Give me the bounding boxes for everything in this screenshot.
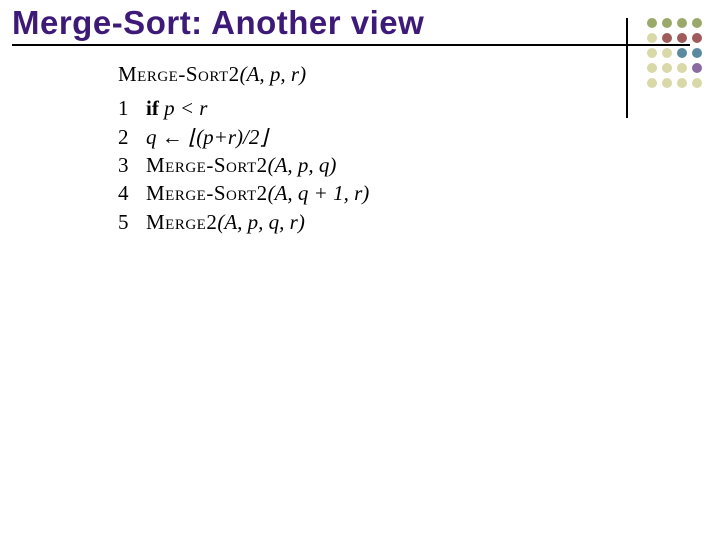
line-number: 1 [118,94,146,122]
decorative-dot [692,48,702,58]
decorative-dot [647,63,657,73]
vertical-separator [626,18,628,118]
decorative-dot [662,18,672,28]
dot-row [647,78,702,88]
corner-dot-grid [647,18,702,93]
decorative-dot [677,63,687,73]
decorative-dot [677,18,687,28]
decorative-dot [647,78,657,88]
decorative-dot [647,48,657,58]
decorative-dot [662,48,672,58]
line-number: 3 [118,151,146,179]
dot-row [647,63,702,73]
decorative-dot [647,18,657,28]
algorithm-block: Merge-Sort2(A, p, r) 1if p < r2q ← ⌊(p+r… [118,60,369,236]
decorative-dot [692,33,702,43]
line-content: Merge-Sort2(A, p, q) [146,151,369,179]
title-bar: Merge-Sort: Another view [12,4,690,46]
decorative-dot [692,78,702,88]
line-number: 4 [118,179,146,207]
algorithm-name: Merge-Sort2 [118,62,240,86]
algorithm-line: 1if p < r [118,94,369,122]
decorative-dot [692,63,702,73]
slide-title: Merge-Sort: Another view [12,4,424,41]
line-content: if p < r [146,94,369,122]
algorithm-line: 3Merge-Sort2(A, p, q) [118,151,369,179]
line-content: q ← ⌊(p+r)/2⌋ [146,123,369,151]
algorithm-lines: 1if p < r2q ← ⌊(p+r)/2⌋3Merge-Sort2(A, p… [118,94,369,236]
line-number: 5 [118,208,146,236]
algorithm-signature: Merge-Sort2(A, p, r) [118,60,369,88]
algorithm-line: 4Merge-Sort2(A, q + 1, r) [118,179,369,207]
decorative-dot [647,33,657,43]
line-content: Merge2(A, p, q, r) [146,208,369,236]
line-content: Merge-Sort2(A, q + 1, r) [146,179,369,207]
dot-row [647,48,702,58]
decorative-dot [677,33,687,43]
decorative-dot [677,48,687,58]
algorithm-line: 5Merge2(A, p, q, r) [118,208,369,236]
decorative-dot [692,18,702,28]
dot-row [647,18,702,28]
decorative-dot [662,78,672,88]
line-number: 2 [118,123,146,151]
decorative-dot [662,63,672,73]
algorithm-args: (A, p, r) [240,62,307,86]
algorithm-line: 2q ← ⌊(p+r)/2⌋ [118,123,369,151]
decorative-dot [662,33,672,43]
dot-row [647,33,702,43]
decorative-dot [677,78,687,88]
